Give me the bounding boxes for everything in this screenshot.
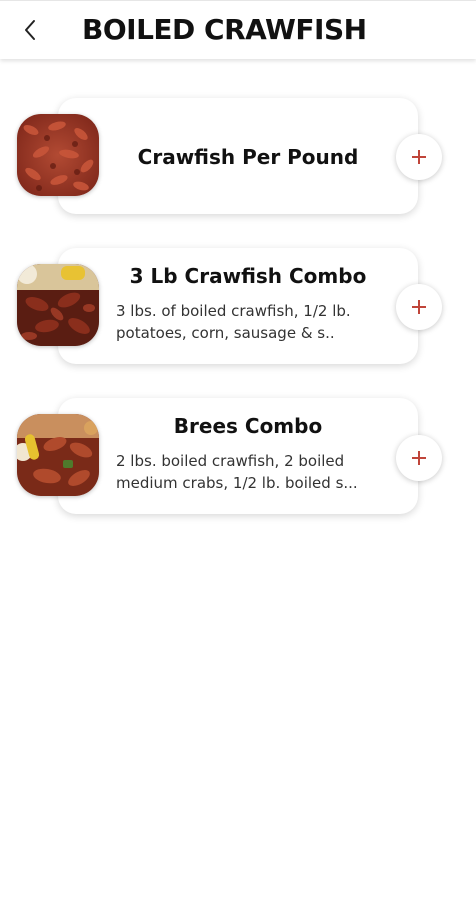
menu-item-description: 3 lbs. of boiled crawfish, 1/2 lb. potat… [116, 302, 351, 342]
top-bar: BOILED CRAWFISH [0, 0, 476, 59]
menu-item-name: 3 Lb Crawfish Combo [129, 264, 367, 288]
menu-item[interactable]: Brees Combo 2 lbs. boiled crawfish, 2 bo… [0, 398, 476, 518]
page-title: BOILED CRAWFISH [82, 13, 367, 46]
menu-item-name: Crawfish Per Pound [137, 145, 359, 169]
plus-icon [412, 150, 426, 164]
back-button[interactable] [14, 13, 46, 47]
add-to-cart-button[interactable] [396, 134, 442, 180]
app-screen: BOILED CRAWFISH Crawfish Per Pound 3 Lb … [0, 0, 476, 900]
add-to-cart-button[interactable] [396, 435, 442, 481]
menu-item[interactable]: Crawfish Per Pound [0, 98, 476, 218]
add-to-cart-button[interactable] [396, 284, 442, 330]
plus-icon [412, 451, 426, 465]
chevron-left-icon [25, 20, 35, 40]
menu-item[interactable]: 3 Lb Crawfish Combo 3 lbs. of boiled cra… [0, 248, 476, 368]
plus-icon [412, 300, 426, 314]
menu-item-description: 2 lbs. boiled crawfish, 2 boiled medium … [116, 452, 358, 492]
menu-item-name: Brees Combo [173, 414, 323, 438]
